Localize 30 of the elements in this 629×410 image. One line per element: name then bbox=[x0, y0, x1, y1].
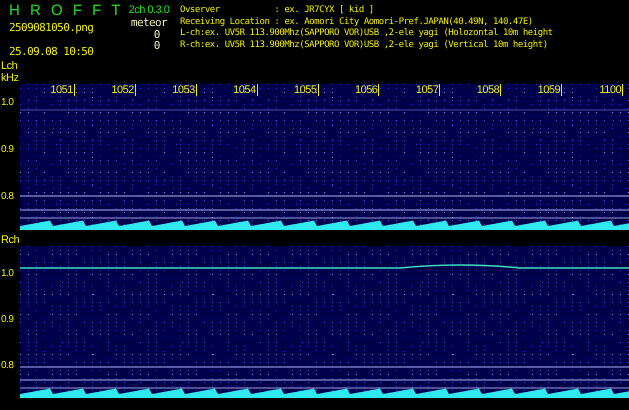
frequency-label: 0.8 bbox=[0, 360, 14, 371]
station-info-line: R-ch:ex. UV5R 113.900Mhz(SAPPORO VOR)USB ,2-ele yagi (Vertical 10m height) bbox=[180, 40, 549, 51]
channel-label: Rch bbox=[1, 234, 20, 246]
file-name: 2509081050.png bbox=[9, 21, 94, 35]
time-label: 1057 bbox=[416, 84, 440, 96]
channel-label: Lch bbox=[1, 60, 18, 72]
station-info-line: Receiving Location : ex. Aomori City Aomori-Pref.JAPAN(40.49N, 140.47E) bbox=[180, 16, 534, 28]
meteor-count: 0 bbox=[152, 29, 160, 40]
frequency-label: 1.0 bbox=[0, 268, 14, 279]
time-label: 1058 bbox=[476, 84, 502, 96]
frequency-label: 0.9 bbox=[0, 144, 14, 155]
time-label: 1052 bbox=[111, 84, 136, 96]
time-label: 1059 bbox=[538, 84, 562, 96]
date-time: 25.09.08 10:50 bbox=[9, 45, 94, 59]
time-label: 1055 bbox=[294, 84, 319, 96]
app-title: H R O F F T bbox=[9, 3, 118, 19]
meteor-count: 0 bbox=[152, 40, 160, 51]
unit-label: kHz bbox=[1, 72, 20, 84]
station-info-line: Ovserver : ex. JR7CYX [ kid ] bbox=[180, 5, 375, 16]
time-label: 1100 bbox=[599, 84, 624, 96]
meteor-label: meteor bbox=[130, 17, 168, 29]
time-label: 1056 bbox=[354, 84, 380, 96]
frequency-label: 0.9 bbox=[0, 314, 14, 325]
version-label: 2ch 0.3.0 bbox=[128, 3, 170, 17]
frequency-label: 1.0 bbox=[0, 97, 14, 108]
frequency-label: 0.8 bbox=[0, 191, 14, 202]
station-info-line: L-ch:ex. UV5R 113.900Mhz(SAPPORO VOR)USB ,2-ele yagi (Holozontal 10m height bbox=[180, 28, 554, 40]
time-label: 1054 bbox=[233, 84, 258, 96]
time-label: 1051 bbox=[50, 84, 75, 96]
time-label: 1053 bbox=[172, 84, 197, 96]
